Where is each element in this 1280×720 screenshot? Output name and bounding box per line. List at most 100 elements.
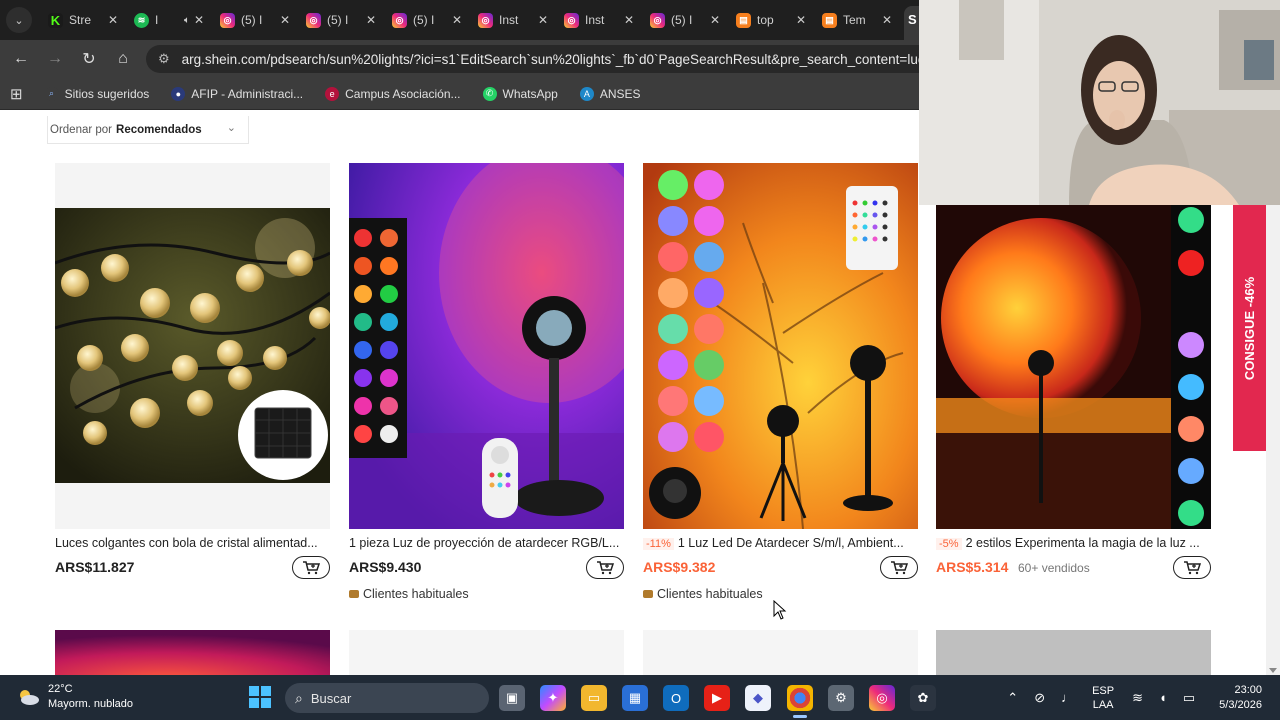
bookmark-afip[interactable]: ● AFIP - Administraci... bbox=[171, 86, 303, 101]
windows-start-icon[interactable] bbox=[249, 686, 271, 708]
instagram-icon: ◎ bbox=[306, 12, 321, 28]
home-icon[interactable]: ⌂ bbox=[106, 42, 140, 76]
product-title[interactable]: Luces colgantes con bola de cristal alim… bbox=[55, 536, 330, 550]
chevron-down-icon: ⌄ bbox=[226, 122, 236, 134]
apps-grid-icon[interactable]: ⊞ bbox=[10, 85, 23, 103]
bookmark-campus[interactable]: e Campus Asociación... bbox=[325, 86, 461, 101]
product-card[interactable]: -5% 2 estilos Experimenta la magia de la … bbox=[936, 163, 1211, 603]
chatgpt-icon[interactable]: ✿ bbox=[910, 685, 936, 711]
tab-label: top bbox=[757, 13, 774, 27]
close-icon[interactable]: ✕ bbox=[882, 13, 892, 27]
volume-icon[interactable]: ◖ bbox=[1159, 690, 1167, 705]
close-icon[interactable]: ✕ bbox=[796, 13, 806, 27]
tab-2[interactable]: ◎ (5) I ✕ bbox=[212, 4, 298, 36]
product-image[interactable] bbox=[936, 163, 1211, 529]
battery-icon[interactable]: ▭ bbox=[1183, 690, 1195, 706]
speaker-icon[interactable]: 🔈︎ bbox=[184, 15, 190, 26]
sort-value: Recomendados bbox=[116, 123, 202, 136]
reload-icon[interactable]: ↻ bbox=[72, 42, 106, 76]
forward-arrow-icon[interactable]: → bbox=[38, 42, 72, 76]
tab-0[interactable]: K Stre ✕ bbox=[40, 4, 126, 36]
product-card[interactable]: 1 pieza Luz de proyección de atardecer R… bbox=[349, 163, 624, 603]
product-image-row2[interactable] bbox=[349, 630, 624, 675]
tab-7[interactable]: ◎ (5) I ✕ bbox=[642, 4, 728, 36]
campus-icon: e bbox=[325, 86, 340, 101]
address-bar-row: ← → ↻ ⌂ ⚙ arg.shein.com/pdsearch/sun%20l… bbox=[0, 40, 926, 78]
close-icon[interactable]: ✕ bbox=[366, 13, 376, 27]
settings-gear-icon[interactable]: ⚙ bbox=[828, 685, 854, 711]
bookmark-whatsapp[interactable]: ✆ WhatsApp bbox=[482, 86, 558, 101]
product-card[interactable]: Luces colgantes con bola de cristal alim… bbox=[55, 163, 330, 603]
tab-1[interactable]: ≋ I 🔈︎ ✕ bbox=[126, 4, 212, 36]
microsoft-store-icon[interactable]: ▦ bbox=[622, 685, 648, 711]
close-icon[interactable]: ✕ bbox=[194, 13, 204, 27]
microphone-icon[interactable]: ♩ bbox=[1061, 690, 1074, 705]
close-icon[interactable]: ✕ bbox=[538, 13, 548, 27]
tab-active-shein[interactable]: S bbox=[904, 6, 920, 40]
bookmark-anses[interactable]: A ANSES bbox=[579, 86, 641, 101]
shein-results-page: Ordenar por Recomendados ⌄ Luces colgant… bbox=[0, 111, 920, 675]
sort-label: Ordenar por bbox=[50, 123, 113, 136]
badge-label: Clientes habituales bbox=[363, 587, 469, 601]
product-card[interactable]: -11% 1 Luz Led De Atardecer S/m/l, Ambien… bbox=[643, 163, 918, 603]
add-to-cart-button[interactable] bbox=[1173, 556, 1211, 579]
outlook-icon[interactable]: O bbox=[663, 685, 689, 711]
tab-9[interactable]: ▤ Tem ✕ bbox=[814, 4, 900, 36]
cart-icon bbox=[303, 560, 320, 574]
file-explorer-icon[interactable]: ▭ bbox=[581, 685, 607, 711]
anses-icon: A bbox=[579, 86, 594, 101]
close-icon[interactable]: ✕ bbox=[108, 13, 118, 27]
product-image-row2[interactable] bbox=[936, 630, 1211, 675]
tab-4[interactable]: ◎ (5) I ✕ bbox=[384, 4, 470, 36]
close-icon[interactable]: ✕ bbox=[624, 13, 634, 27]
product-image-row2[interactable] bbox=[643, 630, 918, 675]
chrome-icon[interactable] bbox=[787, 685, 813, 711]
wifi-icon[interactable]: ≋ bbox=[1132, 690, 1143, 706]
instagram-icon: ◎ bbox=[220, 12, 235, 28]
taskbar-search[interactable]: ⌕ Buscar bbox=[285, 683, 489, 713]
bookmark-sitios[interactable]: ⌕ Sitios sugeridos bbox=[44, 86, 149, 101]
chevron-up-icon[interactable]: ⌃ bbox=[1007, 690, 1018, 706]
product-title[interactable]: -11% 1 Luz Led De Atardecer S/m/l, Ambien… bbox=[643, 536, 918, 550]
weather-widget[interactable]: 22°C Mayorm. nublado bbox=[16, 682, 133, 712]
add-to-cart-button[interactable] bbox=[586, 556, 624, 579]
url-field[interactable]: ⚙ arg.shein.com/pdsearch/sun%20lights/?i… bbox=[146, 45, 926, 73]
scroll-down-arrow-icon[interactable] bbox=[1269, 668, 1277, 673]
task-view-icon[interactable]: ▣ bbox=[499, 685, 525, 711]
network-off-icon[interactable]: ⊘ bbox=[1034, 690, 1045, 706]
close-icon[interactable]: ✕ bbox=[280, 13, 290, 27]
close-icon[interactable]: ✕ bbox=[710, 13, 720, 27]
temu-icon: ▤ bbox=[822, 12, 837, 28]
tab-label: (5) I bbox=[671, 13, 693, 27]
tab-8[interactable]: ▤ top ✕ bbox=[728, 4, 814, 36]
product-image[interactable] bbox=[349, 163, 624, 529]
cart-icon bbox=[597, 560, 614, 574]
tab-6[interactable]: ◎ Inst ✕ bbox=[556, 4, 642, 36]
tab-3[interactable]: ◎ (5) I ✕ bbox=[298, 4, 384, 36]
discount-badge: -11% bbox=[643, 538, 674, 550]
tab-5[interactable]: ◎ Inst ✕ bbox=[470, 4, 556, 36]
add-to-cart-button[interactable] bbox=[880, 556, 918, 579]
language-indicator[interactable]: ESP LAA bbox=[1092, 684, 1114, 712]
back-arrow-icon[interactable]: ← bbox=[4, 42, 38, 76]
product-image[interactable] bbox=[643, 163, 918, 529]
photos-icon[interactable]: ◆ bbox=[745, 685, 771, 711]
add-to-cart-button[interactable] bbox=[292, 556, 330, 579]
close-icon[interactable]: ✕ bbox=[452, 13, 462, 27]
weather-desc: Mayorm. nublado bbox=[48, 698, 133, 710]
instagram-icon: ◎ bbox=[478, 12, 493, 28]
product-price: ARS$9.430 bbox=[349, 559, 422, 575]
sort-dropdown[interactable]: Ordenar por Recomendados ⌄ bbox=[47, 116, 249, 144]
youtube-icon[interactable]: ▶ bbox=[704, 685, 730, 711]
instagram-icon[interactable]: ◎ bbox=[869, 685, 895, 711]
promo-banner[interactable]: CONSIGUE -46% bbox=[1233, 205, 1266, 451]
copilot-icon[interactable]: ✦ bbox=[540, 685, 566, 711]
product-title[interactable]: -5% 2 estilos Experimenta la magia de la … bbox=[936, 536, 1211, 550]
site-settings-icon[interactable]: ⚙ bbox=[158, 51, 170, 67]
tab-search-chevron-icon[interactable]: ⌄ bbox=[6, 7, 32, 33]
clock[interactable]: 23:00 5/3/2026 bbox=[1219, 683, 1262, 713]
product-image-row2[interactable] bbox=[55, 630, 330, 675]
badge-label: Clientes habituales bbox=[657, 587, 763, 601]
product-image[interactable] bbox=[55, 163, 330, 529]
product-title[interactable]: 1 pieza Luz de proyección de atardecer R… bbox=[349, 536, 624, 550]
